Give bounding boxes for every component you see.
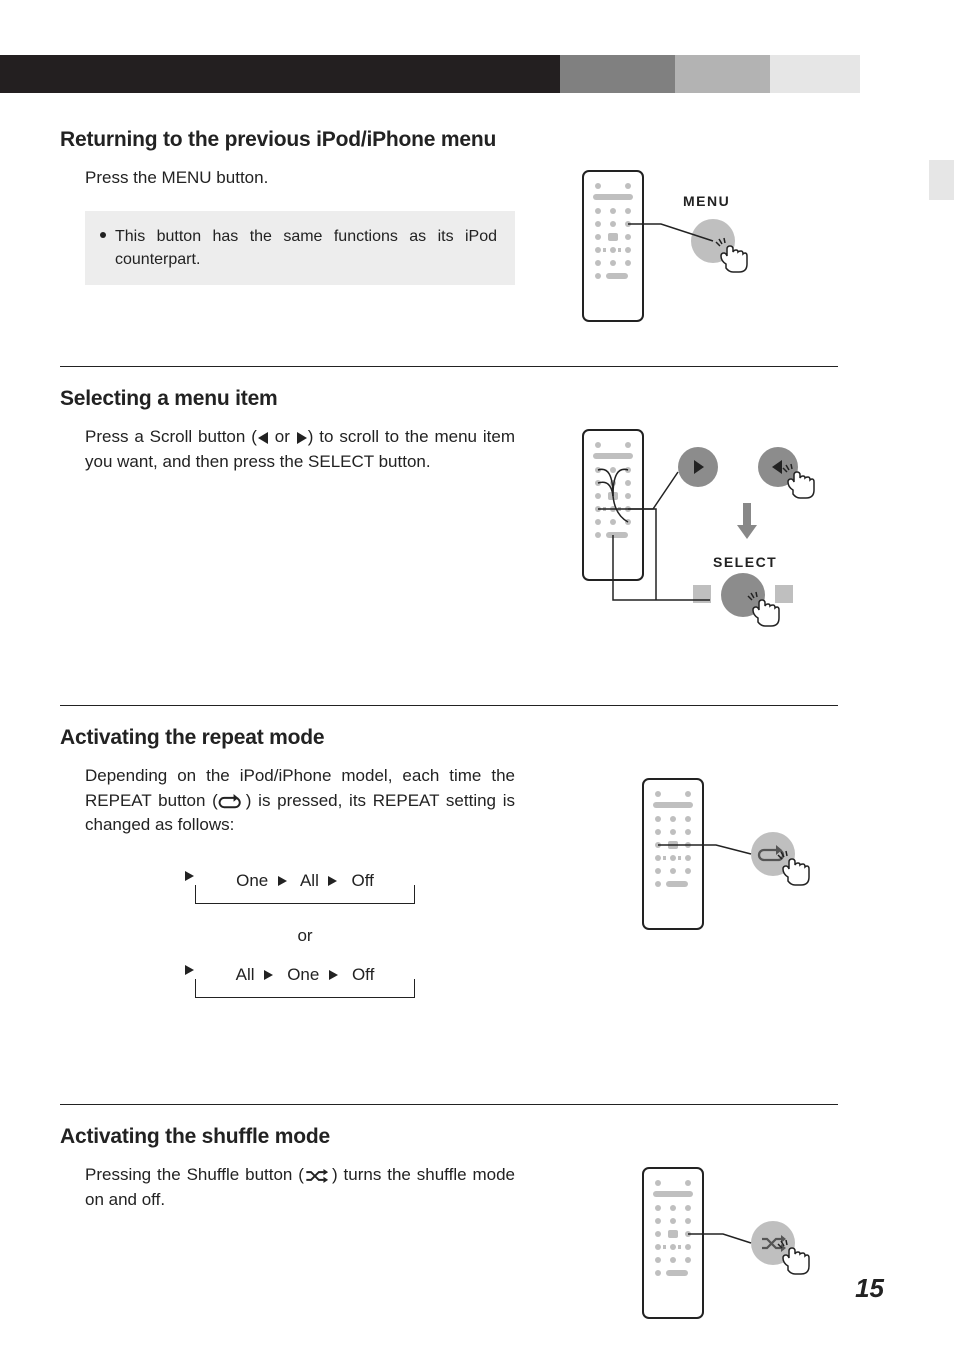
diagram-repeat (638, 774, 838, 949)
header-gradient-bar (0, 55, 954, 93)
diagram-select: SELECT (578, 425, 838, 680)
select-label: SELECT (713, 554, 777, 570)
body-text: Press the MENU button. (85, 166, 515, 191)
menu-label: MENU (683, 193, 730, 209)
repeat-icon (218, 792, 246, 810)
diagram-menu: MENU (578, 166, 838, 341)
section-divider (60, 1104, 838, 1105)
repeat-cycle-diagram: One All Off or All One Off (140, 866, 470, 1010)
section-title-repeat: Activating the repeat mode (60, 726, 838, 750)
body-text: Pressing the Shuffle button ( ) turns th… (85, 1163, 515, 1212)
manual-page: Returning to the previous iPod/iPhone me… (0, 0, 954, 1354)
hand-press-icon (783, 464, 814, 498)
section-title-selecting: Selecting a menu item (60, 387, 838, 411)
section-divider (60, 366, 838, 367)
note-box: This button has the same functions as it… (85, 211, 515, 285)
section-divider (60, 705, 838, 706)
section-title-shuffle: Activating the shuffle mode (60, 1125, 838, 1149)
section-title-returning: Returning to the previous iPod/iPhone me… (60, 128, 838, 152)
body-text: Depending on the iPod/iPhone model, each… (85, 764, 515, 838)
page-content: Returning to the previous iPod/iPhone me… (60, 128, 838, 1343)
side-tab (929, 160, 954, 200)
left-triangle-icon (258, 432, 268, 444)
page-number: 15 (855, 1273, 884, 1304)
body-text: Press a Scroll button ( or ) to scroll t… (85, 425, 515, 474)
down-arrow-icon (737, 503, 757, 539)
diagram-shuffle (638, 1163, 838, 1338)
right-triangle-icon (297, 432, 307, 444)
shuffle-icon (304, 1167, 332, 1185)
